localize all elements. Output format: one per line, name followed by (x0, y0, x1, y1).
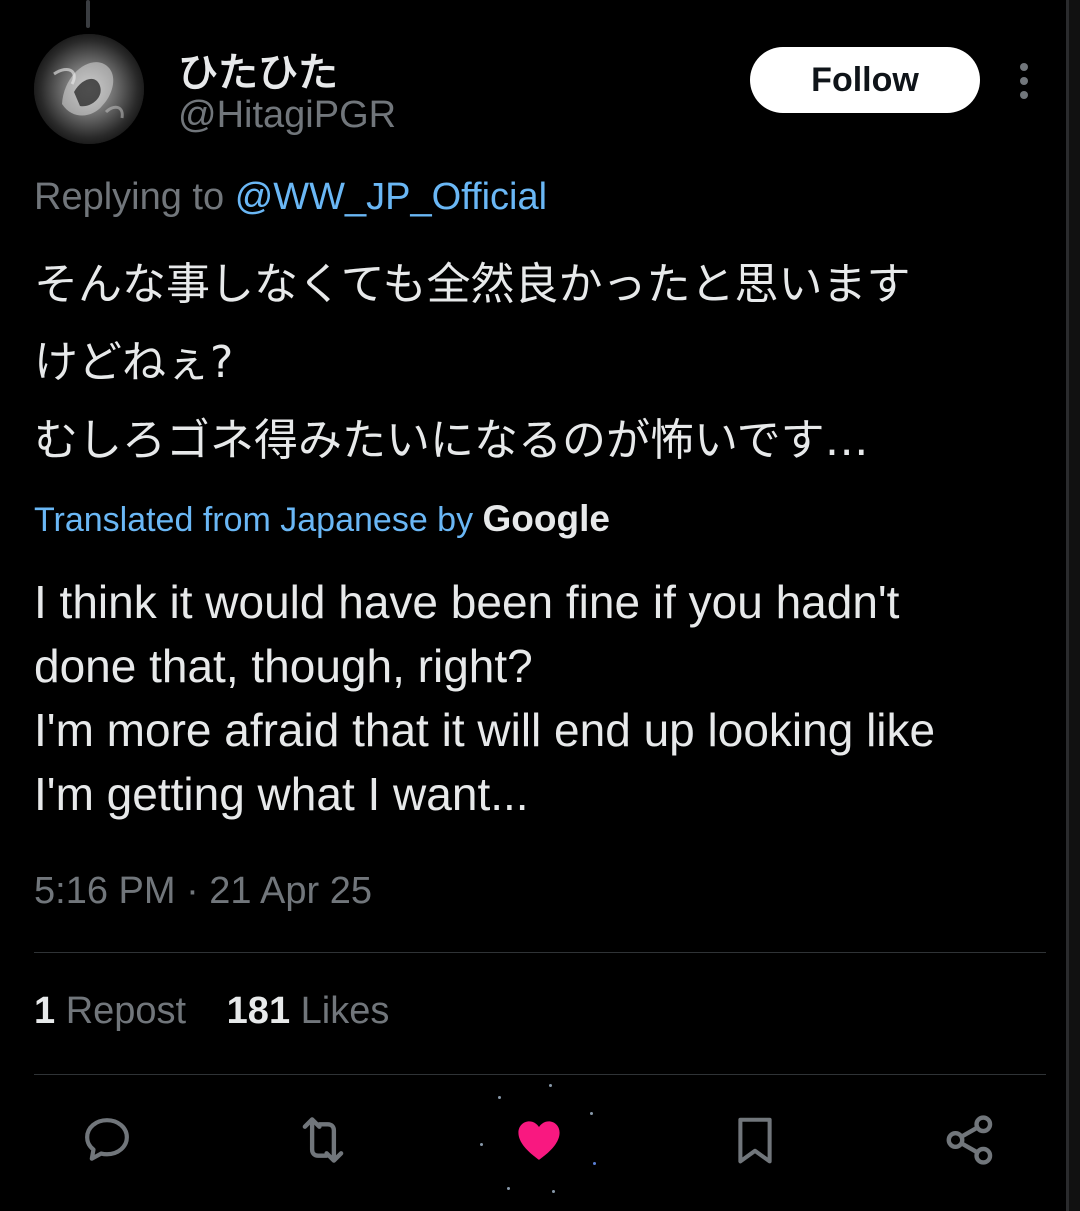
like-sparkle-dot (480, 1143, 483, 1146)
scrollbar-track[interactable] (1066, 0, 1080, 1211)
reposts-count: 1 (34, 990, 56, 1032)
likes-count: 181 (226, 990, 291, 1032)
like-sparkle-dot (552, 1190, 555, 1193)
bookmark-button[interactable] (725, 1110, 785, 1170)
like-sparkle-dot (593, 1162, 596, 1165)
avatar[interactable] (34, 34, 144, 144)
bookmark-icon (738, 1117, 772, 1164)
reposts-stat[interactable]: 1 Repost (34, 990, 186, 1032)
likes-label: Likes (300, 990, 390, 1032)
replying-to-line: Replying to @WW_JP_Official (34, 176, 547, 219)
post-original-text: そんな事しなくても全然良かったと思います けどねぇ? むしろゴネ得みたいになるの… (34, 259, 911, 466)
like-sparkle-dot (498, 1096, 501, 1099)
heart-filled-icon (518, 1121, 560, 1160)
engagement-stats: 1 Repost 181 Likes (34, 990, 419, 1033)
translation-attribution[interactable]: Translated from Japanese by Google (34, 498, 610, 540)
divider (34, 952, 1046, 953)
repost-button[interactable] (293, 1110, 353, 1170)
like-sparkle-dot (549, 1084, 552, 1087)
avatar-image (34, 34, 144, 144)
like-sparkle-dot (507, 1187, 510, 1190)
author-display-name[interactable]: ひたひた (178, 40, 338, 98)
post-timestamp[interactable]: 5:16 PM · 21 Apr 25 (34, 870, 372, 913)
share-button[interactable] (940, 1110, 1000, 1170)
thread-connector-line (86, 0, 90, 28)
more-options-button[interactable] (1006, 58, 1042, 104)
author-handle[interactable]: @HitagiPGR (178, 94, 396, 137)
replying-to-label: Replying to (34, 176, 225, 218)
google-logo: Google (482, 498, 610, 539)
post-translated-text: I think it would have been fine if you h… (34, 576, 936, 820)
follow-button[interactable]: Follow (750, 47, 980, 113)
reply-button[interactable] (77, 1110, 137, 1170)
like-sparkle-dot (590, 1112, 593, 1115)
share-nodes-icon (946, 1115, 993, 1165)
repost-arrows-icon (302, 1117, 344, 1163)
translation-label: Translated from Japanese by (34, 501, 474, 539)
speech-bubble-icon (85, 1118, 129, 1161)
vertical-dots-icon (1020, 63, 1028, 99)
like-button[interactable] (509, 1110, 569, 1170)
divider (34, 1074, 1046, 1075)
reposts-label: Repost (65, 990, 187, 1032)
likes-stat[interactable]: 181 Likes (227, 990, 390, 1032)
reply-target-link[interactable]: @WW_JP_Official (235, 176, 547, 218)
